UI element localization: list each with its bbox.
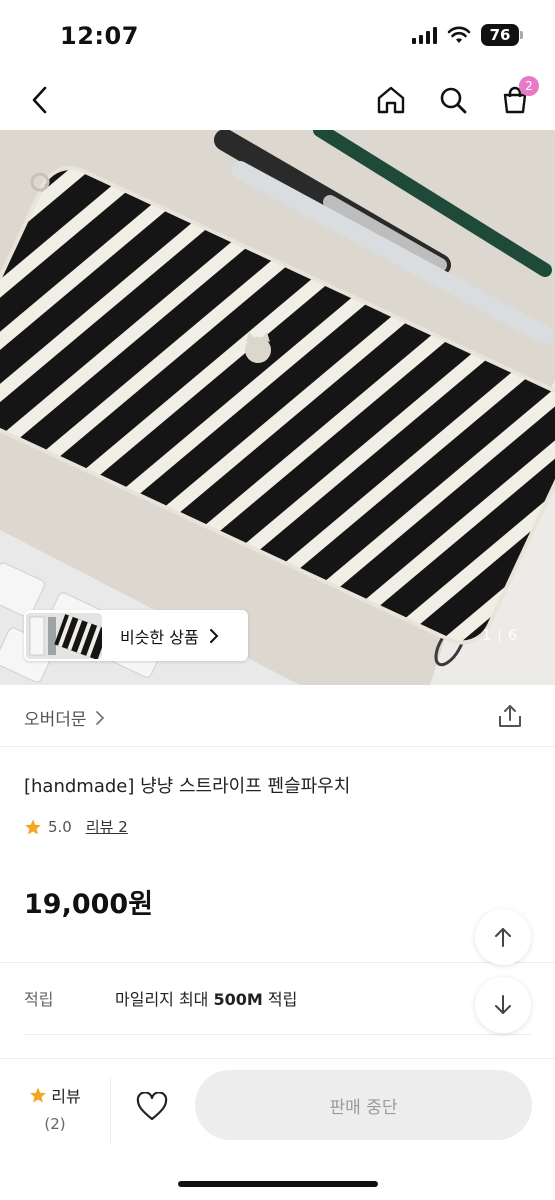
- review-summary[interactable]: 리뷰 (2): [24, 1083, 86, 1133]
- sold-out-button[interactable]: 판매 중단: [195, 1070, 532, 1140]
- status-time: 12:07: [60, 22, 139, 50]
- price: 19,000원: [24, 889, 154, 920]
- share-button[interactable]: [495, 701, 525, 731]
- divider: [110, 1077, 111, 1143]
- arrow-up-icon: [495, 928, 511, 947]
- chevron-right-icon: [95, 710, 104, 725]
- rating-row: 5.0 리뷰 2: [24, 816, 128, 837]
- product-photo: [0, 130, 555, 685]
- review-summary-label: 리뷰: [51, 1087, 81, 1106]
- heart-icon: [136, 1092, 168, 1121]
- divider: [24, 1034, 531, 1035]
- rating-value: 5.0: [48, 817, 72, 836]
- status-icons: 76: [412, 24, 523, 46]
- search-button[interactable]: [435, 80, 471, 120]
- star-icon: [30, 1087, 47, 1103]
- wishlist-button[interactable]: [134, 1089, 170, 1125]
- nav-bar: 2: [0, 70, 555, 130]
- product-image[interactable]: 비슷한 상품 1 6: [0, 130, 555, 685]
- seller-name: 오버더문: [24, 710, 87, 730]
- image-counter-total: 6: [508, 628, 517, 644]
- seller-link[interactable]: 오버더문: [24, 705, 105, 730]
- similar-products-label: 비슷한 상품: [120, 627, 199, 647]
- back-icon: [32, 86, 47, 114]
- home-icon: [377, 86, 405, 114]
- wifi-icon: [447, 26, 471, 43]
- signal-icon: [412, 26, 437, 44]
- points-label: 적립: [24, 990, 54, 1009]
- image-counter-current: 1: [482, 628, 492, 644]
- status-bar: 12:07 76: [0, 0, 555, 70]
- divider: [0, 962, 555, 963]
- points-value: 마일리지 최대 500M 적립: [115, 990, 298, 1009]
- scroll-bottom-button[interactable]: [475, 977, 531, 1033]
- back-button[interactable]: [22, 80, 58, 120]
- home-indicator: [178, 1181, 378, 1187]
- home-button[interactable]: [373, 80, 409, 120]
- product-title: [handmade] 냥냥 스트라이프 펜슬파우치: [24, 776, 351, 797]
- cart-badge: 2: [519, 76, 539, 96]
- bottom-action-bar: 리뷰 (2) 판매 중단: [0, 1058, 555, 1200]
- image-counter: 1 6: [482, 628, 517, 644]
- similar-products-button[interactable]: 비슷한 상품: [24, 610, 248, 661]
- arrow-down-icon: [495, 995, 511, 1014]
- similar-thumbnail: [26, 612, 102, 659]
- seller-row: 오버더문: [0, 685, 555, 747]
- cart-button[interactable]: 2: [497, 76, 539, 120]
- review-summary-count: (2): [44, 1115, 66, 1133]
- search-icon: [440, 87, 467, 114]
- scroll-top-button[interactable]: [475, 909, 531, 965]
- chevron-right-icon: [209, 628, 219, 643]
- battery-indicator: 76: [481, 24, 523, 46]
- review-link[interactable]: 리뷰 2: [86, 816, 128, 837]
- share-icon: [499, 705, 521, 727]
- points-amount: 500M: [213, 990, 263, 1009]
- star-icon: [25, 819, 41, 834]
